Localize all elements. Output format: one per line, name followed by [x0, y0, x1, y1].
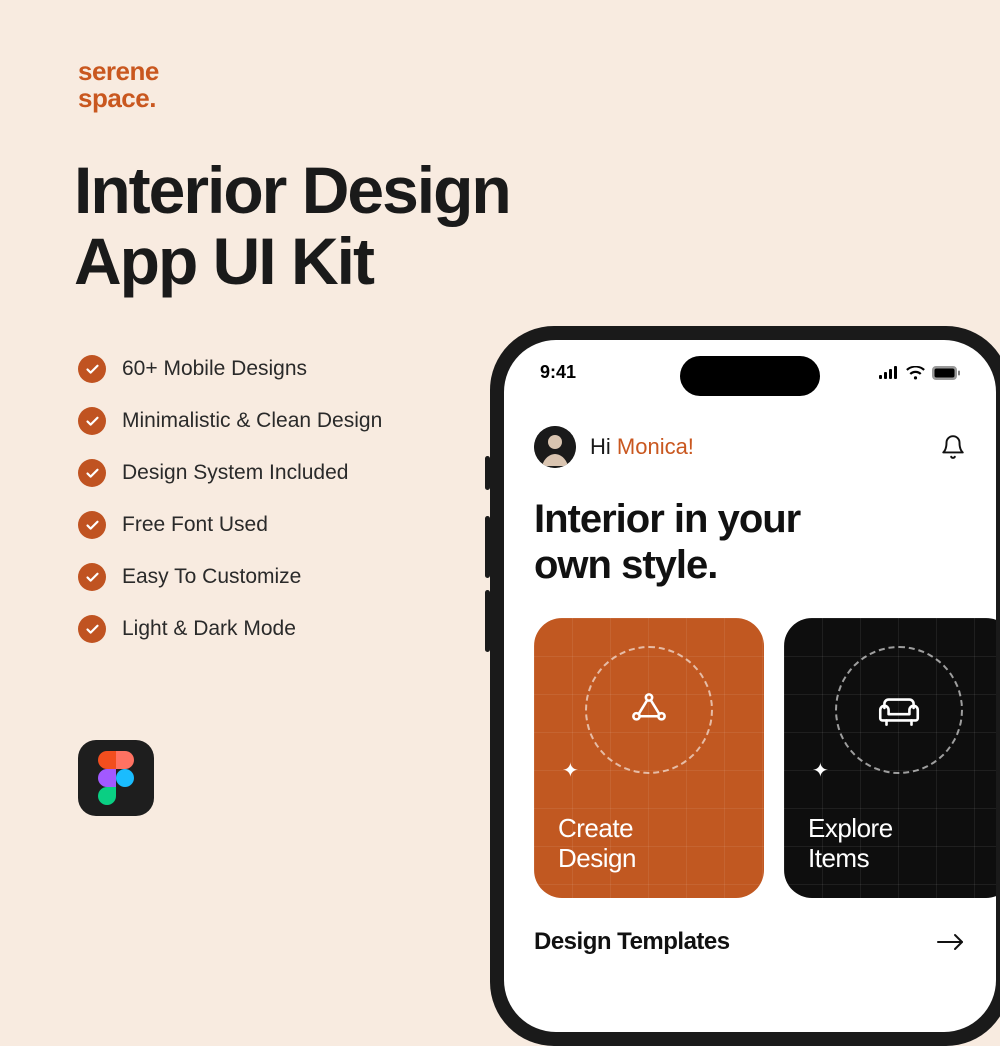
feature-label: Easy To Customize — [122, 565, 301, 589]
greeting-text: Hi Monica! — [590, 434, 694, 460]
status-bar: 9:41 — [504, 362, 996, 383]
figma-icon — [78, 740, 154, 816]
status-time: 9:41 — [540, 362, 576, 383]
card-title: Create Design — [558, 813, 740, 874]
section-header: Design Templates — [534, 928, 966, 956]
feature-item: 60+ Mobile Designs — [78, 355, 382, 383]
create-design-card[interactable]: ✦ Create Design — [534, 618, 764, 898]
sofa-icon — [835, 646, 963, 774]
feature-item: Minimalistic & Clean Design — [78, 407, 382, 435]
card-title: Explore Items — [808, 813, 990, 874]
feature-label: Minimalistic & Clean Design — [122, 409, 382, 433]
sparkle-icon: ✦ — [812, 758, 829, 783]
feature-label: 60+ Mobile Designs — [122, 357, 307, 381]
arrow-right-icon[interactable] — [936, 932, 966, 952]
feature-label: Design System Included — [122, 461, 348, 485]
app-headline: Interior in your own style. — [534, 496, 966, 588]
check-icon — [78, 563, 106, 591]
brand-line2: space. — [78, 85, 159, 112]
magic-icon — [585, 646, 713, 774]
feature-item: Free Font Used — [78, 511, 382, 539]
brand-logo: serene space. — [78, 58, 159, 113]
feature-item: Design System Included — [78, 459, 382, 487]
check-icon — [78, 459, 106, 487]
brand-line1: serene — [78, 58, 159, 85]
explore-items-card[interactable]: ✦ Explore Items — [784, 618, 996, 898]
card-row: ✦ Create Design — [534, 618, 966, 898]
feature-label: Light & Dark Mode — [122, 617, 296, 641]
check-icon — [78, 355, 106, 383]
wifi-icon — [906, 366, 925, 380]
feature-item: Easy To Customize — [78, 563, 382, 591]
sparkle-icon: ✦ — [562, 758, 579, 783]
battery-icon — [932, 366, 960, 380]
check-icon — [78, 511, 106, 539]
check-icon — [78, 615, 106, 643]
bell-icon[interactable] — [940, 434, 966, 460]
feature-list: 60+ Mobile Designs Minimalistic & Clean … — [78, 355, 382, 667]
page-headline: Interior Design App UI Kit — [74, 155, 510, 298]
feature-label: Free Font Used — [122, 513, 268, 537]
check-icon — [78, 407, 106, 435]
greeting-row: Hi Monica! — [534, 426, 966, 468]
avatar[interactable] — [534, 426, 576, 468]
section-title: Design Templates — [534, 928, 730, 956]
signal-icon — [879, 366, 899, 379]
phone-mockup: 9:41 Hi Monica! — [490, 326, 1000, 1046]
feature-item: Light & Dark Mode — [78, 615, 382, 643]
